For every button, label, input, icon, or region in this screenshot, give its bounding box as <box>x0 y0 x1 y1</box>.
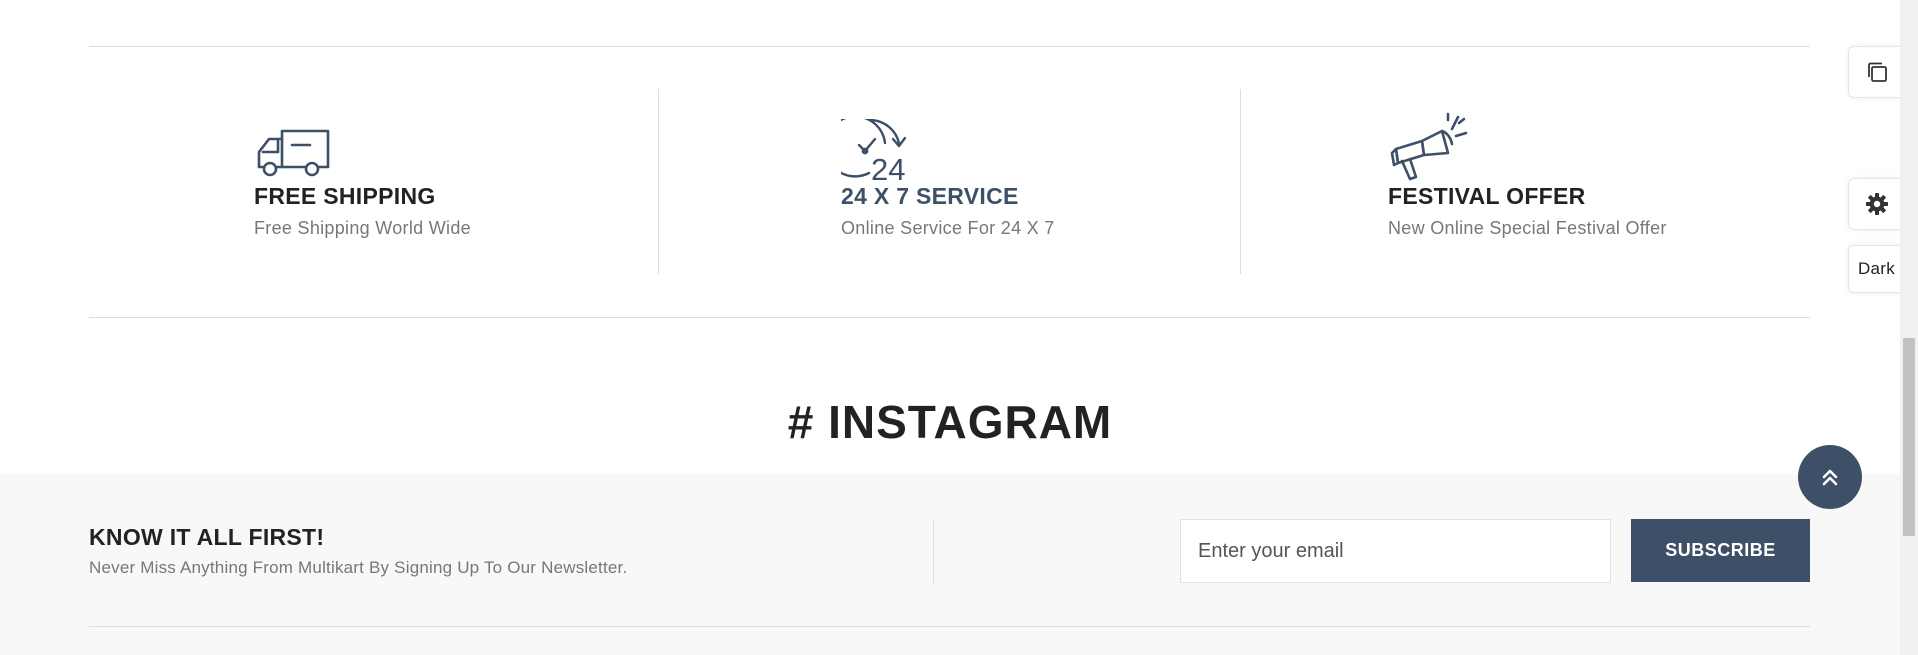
newsletter-subtitle: Never Miss Anything From Multikart By Si… <box>89 558 628 577</box>
service-description: Free Shipping World Wide <box>254 218 471 238</box>
service-festival-offer: FESTIVAL OFFER New Online Special Festiv… <box>1388 112 1667 239</box>
truck-icon <box>257 129 330 177</box>
service-divider <box>1240 89 1241 274</box>
newsletter-title: KNOW IT ALL FIRST! <box>89 524 325 550</box>
service-divider <box>658 89 659 274</box>
service-description: New Online Special Festival Offer <box>1388 218 1667 238</box>
service-24x7: 24 24 X 7 SERVICE Online Service For 24 … <box>841 119 1055 239</box>
double-chevron-up-icon <box>1822 469 1838 486</box>
newsletter-section: KNOW IT ALL FIRST! Never Miss Anything F… <box>0 474 1900 655</box>
copy-icon <box>1867 62 1887 82</box>
divider-middle <box>89 317 1810 318</box>
divider-top <box>89 46 1810 47</box>
gear-icon <box>1865 193 1888 215</box>
page: FREE SHIPPING Free Shipping World Wide 2… <box>0 0 1904 655</box>
service-title: 24 X 7 SERVICE <box>841 183 1019 209</box>
newsletter-bottom-divider <box>89 626 1810 627</box>
megaphone-icon <box>1390 112 1468 181</box>
subscribe-button[interactable]: SUBSCRIBE <box>1631 519 1810 582</box>
service-title: FESTIVAL OFFER <box>1388 183 1586 209</box>
copy-button[interactable] <box>1848 46 1904 98</box>
instagram-heading: # INSTAGRAM <box>787 396 1113 448</box>
service-description: Online Service For 24 X 7 <box>841 218 1055 238</box>
back-to-top-button[interactable] <box>1798 445 1862 509</box>
page-scrollbar[interactable] <box>1900 0 1918 655</box>
service-free-shipping: FREE SHIPPING Free Shipping World Wide <box>254 119 471 239</box>
scrollbar-thumb[interactable] <box>1903 338 1915 536</box>
dark-mode-toggle[interactable]: Dark <box>1848 245 1904 293</box>
settings-button[interactable] <box>1848 178 1904 230</box>
newsletter-divider <box>933 519 934 583</box>
email-field[interactable] <box>1180 519 1611 583</box>
service-title: FREE SHIPPING <box>254 183 436 209</box>
svg-text:24: 24 <box>871 152 905 181</box>
clock-24-icon: 24 <box>841 119 907 181</box>
services-section: FREE SHIPPING Free Shipping World Wide 2… <box>89 89 1810 274</box>
